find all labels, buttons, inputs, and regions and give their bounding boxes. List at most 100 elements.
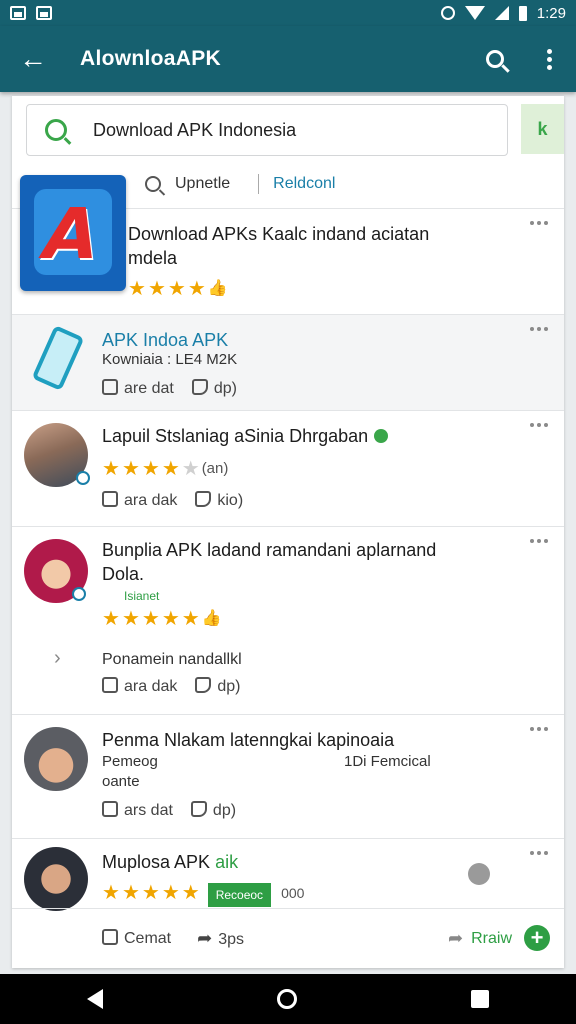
review-tag: Isianet bbox=[124, 589, 160, 603]
nav-recent-icon[interactable] bbox=[471, 990, 489, 1008]
thumb-down-icon bbox=[191, 379, 208, 395]
thumb-up-icon bbox=[102, 801, 118, 817]
forward-icon[interactable]: ➦ bbox=[448, 928, 463, 949]
more-options-icon[interactable] bbox=[530, 851, 548, 855]
feedback-actions: ars dat dp) bbox=[102, 801, 236, 820]
review-author: Lapuil Stslaniag aSinia Dhrgaban bbox=[102, 425, 389, 448]
green-status-icon bbox=[374, 429, 389, 443]
verified-badge-icon bbox=[72, 587, 86, 601]
review-item[interactable]: Lapuil Stslaniag aSinia Dhrgaban ★ ★ ★ ★ ★ (… bbox=[12, 410, 564, 526]
system-nav-bar bbox=[0, 974, 576, 1024]
result-title: APK Indoa APK bbox=[102, 330, 229, 350]
search-input[interactable]: Download APK Indonesia bbox=[26, 104, 508, 156]
star-icon: ★ bbox=[102, 882, 120, 904]
review-button[interactable]: Rraiw bbox=[471, 930, 512, 948]
review-author: Penma Nlakam latenngkai kapinoaia bbox=[102, 730, 395, 750]
like-button[interactable]: ars dat bbox=[102, 801, 173, 820]
status-bar: 1:29 bbox=[0, 0, 576, 26]
review-item[interactable]: Muplosa APK aik ★ ★ ★ ★ ★ Recoeoc 000 bbox=[12, 838, 564, 911]
thumb-up-icon bbox=[102, 491, 118, 507]
app-title: AlownloaAPK bbox=[80, 47, 221, 70]
dislike-button[interactable]: dp) bbox=[191, 379, 237, 398]
feedback-actions: ara dak dp) bbox=[102, 677, 241, 696]
review-right-note: 1Di Femcical bbox=[344, 753, 431, 770]
review-count: 000 bbox=[281, 885, 305, 901]
star-icon: ★ bbox=[121, 882, 140, 904]
result-title: Download APKs Kaalc indand aciatan bbox=[128, 224, 430, 244]
thumb-up-icon bbox=[102, 379, 118, 395]
review-author-line2: Dola. bbox=[102, 564, 145, 584]
star-icon: ★ bbox=[121, 458, 140, 480]
search-go-button[interactable]: k bbox=[521, 104, 564, 154]
filter-divider bbox=[258, 174, 260, 194]
add-button[interactable]: + bbox=[524, 925, 550, 951]
rating-extra: (an) bbox=[201, 460, 229, 477]
like-button[interactable]: ara dak bbox=[102, 491, 177, 510]
app-bar: ← AlownloaAPK bbox=[0, 26, 576, 92]
more-options-icon[interactable] bbox=[530, 539, 548, 543]
apk-app-icon: A bbox=[20, 175, 126, 291]
battery-icon bbox=[518, 5, 527, 21]
thumb-up-icon: 👍 bbox=[207, 280, 228, 297]
review-author: Bunplia APK ladand ramandani aplarnand bbox=[102, 540, 437, 560]
like-button[interactable]: are dat bbox=[102, 379, 174, 398]
more-options-icon[interactable] bbox=[530, 221, 548, 225]
info-icon[interactable] bbox=[468, 863, 490, 885]
star-icon: ★ bbox=[147, 278, 166, 300]
rating-stars: ★ ★ ★ ★ ★ 👍 bbox=[102, 609, 222, 629]
review-expand-text[interactable]: Ponamein nandallkl bbox=[102, 651, 242, 669]
review-item[interactable]: Penma Nlakam latenngkai kapinoaia Pemeog… bbox=[12, 714, 564, 838]
more-options-icon[interactable] bbox=[530, 423, 548, 427]
status-time: 1:29 bbox=[536, 4, 566, 22]
comment-icon bbox=[102, 929, 118, 945]
dislike-button[interactable]: dp) bbox=[195, 677, 241, 696]
nav-back-icon[interactable] bbox=[87, 989, 103, 1009]
share-button[interactable]: ➦ 3ps bbox=[197, 928, 244, 949]
star-icon: ★ bbox=[161, 458, 180, 480]
phone-icon bbox=[31, 324, 85, 392]
star-icon: ★ bbox=[161, 882, 180, 904]
star-icon: ★ bbox=[102, 458, 120, 480]
thumb-up-icon: 👍 bbox=[201, 610, 222, 627]
search-icon bbox=[45, 119, 67, 141]
overflow-menu-button[interactable] bbox=[522, 26, 576, 92]
feedback-actions: are dat dp) bbox=[102, 379, 237, 398]
thumb-down-icon bbox=[195, 491, 212, 507]
nav-home-icon[interactable] bbox=[277, 989, 297, 1009]
filter-sort[interactable]: Upnetle bbox=[175, 175, 230, 193]
search-query: Download APK Indonesia bbox=[93, 119, 297, 140]
rating-stars: ★ ★ ★ ★ 👍 bbox=[128, 279, 228, 299]
share-arrow-icon: ➦ bbox=[197, 928, 213, 948]
thumb-up-icon bbox=[102, 677, 118, 693]
dislike-button[interactable]: dp) bbox=[190, 801, 236, 820]
star-icon: ★ bbox=[141, 608, 160, 630]
result-subtitle: Kowniaia : LE4 M2K bbox=[102, 351, 238, 368]
result-item[interactable]: APK Indoa APK Kowniaia : LE4 M2K are dat… bbox=[12, 314, 564, 410]
feedback-actions: ara dak kio) bbox=[102, 491, 243, 510]
comment-button[interactable]: Cemat bbox=[102, 929, 171, 948]
filter-relevance[interactable]: Reldconl bbox=[273, 175, 335, 193]
thumb-down-icon bbox=[195, 677, 212, 693]
review-author: Muplosa APK aik bbox=[102, 852, 239, 872]
back-arrow-icon[interactable]: ← bbox=[0, 26, 66, 92]
star-icon: ★ bbox=[161, 608, 180, 630]
result-item[interactable]: A Download APKs Kaalc indand aciatan mde… bbox=[12, 175, 564, 314]
more-options-icon[interactable] bbox=[530, 327, 548, 331]
more-options-icon[interactable] bbox=[530, 727, 548, 731]
dislike-button[interactable]: kio) bbox=[195, 491, 243, 510]
search-button[interactable] bbox=[468, 26, 522, 92]
rating-stars: ★ ★ ★ ★ ★ Recoeoc 000 bbox=[102, 883, 304, 907]
star-icon: ★ bbox=[141, 882, 160, 904]
like-button[interactable]: ara dak bbox=[102, 677, 177, 696]
results-panel: Download APK Indonesia k Upnetle Reldcon… bbox=[12, 96, 564, 968]
user-avatar-suit bbox=[24, 847, 88, 911]
review-author-line3: oante bbox=[102, 773, 140, 790]
chevron-right-icon[interactable]: › bbox=[54, 647, 61, 670]
signal-icon bbox=[494, 6, 509, 20]
star-empty-icon: ★ bbox=[181, 458, 200, 480]
review-author-line2: Pemeog bbox=[102, 753, 158, 770]
star-icon: ★ bbox=[121, 608, 140, 630]
filter-search-icon bbox=[145, 176, 161, 192]
more-vert-icon bbox=[546, 48, 552, 70]
review-item[interactable]: Bunplia APK ladand ramandani aplarnand D… bbox=[12, 526, 564, 714]
